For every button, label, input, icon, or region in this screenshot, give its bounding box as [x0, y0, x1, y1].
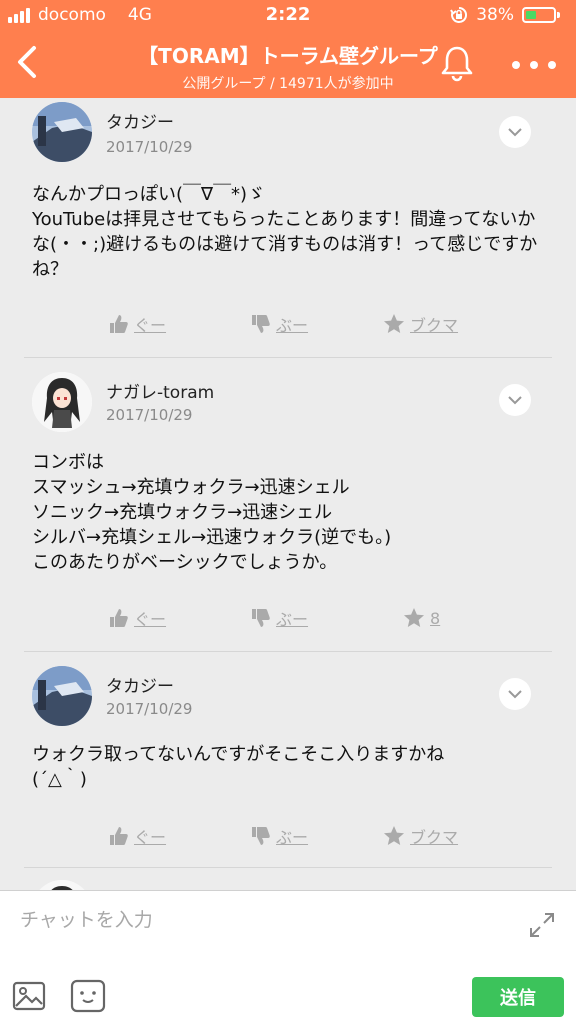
post-actions: ぐー ぶー ブクマ — [24, 824, 552, 854]
dislike-label: ぶー — [276, 316, 309, 335]
image-icon[interactable] — [12, 981, 46, 1011]
post-body: ウォクラ取ってないんですがそこそこ入りますかね (´△｀) — [32, 744, 445, 790]
like-label: ぐー — [134, 828, 167, 847]
like-label: ぐー — [134, 316, 167, 335]
thumbs-down-icon — [252, 609, 270, 627]
like-button[interactable]: ぐー — [108, 824, 166, 848]
rotation-lock-icon — [450, 6, 468, 23]
group-subtitle: 公開グループ / 14971人が参加中 — [182, 76, 394, 92]
star-icon — [384, 826, 404, 845]
nav-bar: 【TORAM】トーラム壁グループ 公開グループ / 14971人が参加中 — [0, 30, 576, 98]
sticker-icon[interactable] — [70, 979, 106, 1013]
post-body: なんかプロっぽい(￣∇￣*)ゞ YouTubeは拝見させてもらったことあります！… — [32, 184, 538, 280]
back-arrow-icon[interactable] — [10, 40, 46, 84]
chat-composer: チャットを入力 送信 — [0, 890, 576, 1024]
post-item: ナガレ-toram 2017/10/29 コンボは スマッシュ→充填ウォクラ→迅… — [24, 358, 552, 652]
status-bar: docomo 4G 2:22 38% — [0, 0, 576, 30]
bookmark-label: ブクマ — [410, 316, 459, 335]
app-header: docomo 4G 2:22 38% 【TORAM】トーラム壁グループ 公開グル… — [0, 0, 576, 98]
like-button[interactable]: ぐー — [108, 312, 166, 336]
chevron-down-icon[interactable] — [499, 384, 531, 416]
star-icon — [404, 608, 424, 627]
chat-feed[interactable]: タカジー 2017/10/29 なんかプロっぽい(￣∇￣*)ゞ YouTubeは… — [0, 98, 576, 890]
post-actions: ぐー ぶー ブクマ — [24, 312, 552, 342]
chat-input[interactable]: チャットを入力 — [20, 905, 153, 932]
author-name: ナガレ-toram — [106, 383, 215, 403]
avatar[interactable] — [32, 666, 92, 726]
bookmark-count: 8 — [430, 608, 441, 628]
thumbs-down-icon — [252, 315, 270, 333]
author-name: タカジー — [106, 677, 174, 697]
dislike-button[interactable]: ぶー — [250, 606, 308, 630]
dislike-button[interactable]: ぶー — [250, 312, 308, 336]
post-item: タカジー 2017/10/29 ウォクラ取ってないんですがそこそこ入りますかね … — [24, 652, 552, 868]
avatar[interactable] — [32, 880, 92, 890]
dislike-button[interactable]: ぶー — [250, 824, 308, 848]
chevron-down-icon[interactable] — [499, 116, 531, 148]
thumbs-down-icon — [252, 827, 270, 845]
more-options-icon[interactable] — [512, 50, 556, 80]
star-icon — [384, 314, 404, 333]
avatar[interactable] — [32, 102, 92, 162]
thumbs-up-icon — [110, 315, 128, 333]
send-button[interactable]: 送信 — [472, 977, 564, 1017]
post-item: タカジー 2017/10/29 なんかプロっぽい(￣∇￣*)ゞ YouTubeは… — [24, 98, 552, 358]
thumbs-up-icon — [110, 827, 128, 845]
dislike-label: ぶー — [276, 610, 309, 629]
bookmark-button[interactable]: 8 — [402, 606, 440, 630]
post-actions: ぐー ぶー 8 — [24, 606, 552, 636]
bookmark-button[interactable]: ブクマ — [382, 824, 458, 848]
post-date: 2017/10/29 — [106, 700, 193, 718]
avatar[interactable] — [32, 372, 92, 432]
dislike-label: ぶー — [276, 828, 309, 847]
author-name: タカジー — [106, 113, 174, 133]
bell-icon[interactable] — [438, 44, 476, 84]
bookmark-label: ブクマ — [410, 828, 459, 847]
post-date: 2017/10/29 — [106, 406, 193, 424]
thumbs-up-icon — [110, 609, 128, 627]
group-title-block[interactable]: 【TORAM】トーラム壁グループ 公開グループ / 14971人が参加中 — [80, 40, 496, 93]
like-label: ぐー — [134, 610, 167, 629]
battery-percent: 38% — [476, 5, 514, 25]
battery-icon — [522, 7, 560, 23]
like-button[interactable]: ぐー — [108, 606, 166, 630]
group-title: 【TORAM】トーラム壁グループ — [138, 44, 438, 68]
expand-icon[interactable] — [528, 911, 556, 939]
status-right: 38% — [450, 5, 560, 25]
post-body: コンボは スマッシュ→充填ウォクラ→迅速シェル ソニック→充填ウォクラ→迅速シェ… — [32, 452, 392, 573]
post-date: 2017/10/29 — [106, 138, 193, 156]
chevron-down-icon[interactable] — [499, 678, 531, 710]
bookmark-button[interactable]: ブクマ — [382, 312, 458, 336]
